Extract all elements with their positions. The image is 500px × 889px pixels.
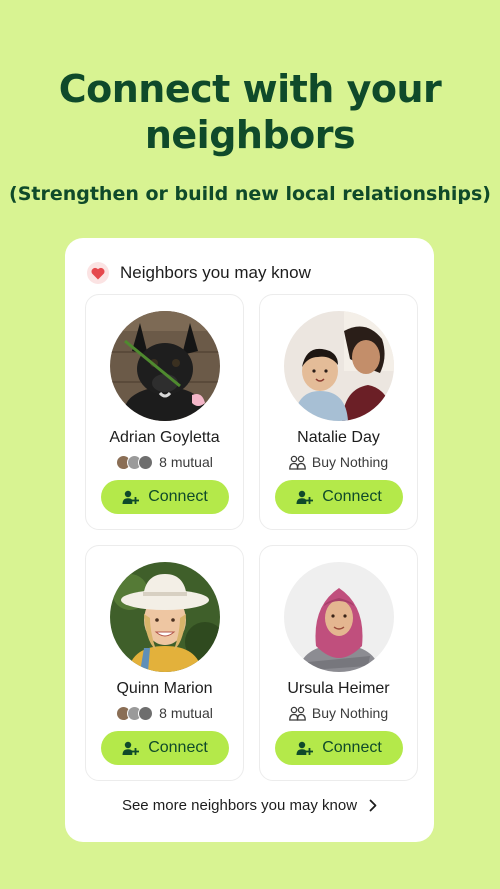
chevron-right-icon: [369, 799, 377, 812]
headline: Connect with your neighbors: [0, 66, 500, 158]
add-person-icon: [296, 740, 314, 756]
avatar[interactable]: [284, 311, 394, 421]
panel-title: Neighbors you may know: [120, 263, 311, 282]
neighbor-name[interactable]: Natalie Day: [260, 429, 417, 447]
neighbors-panel: Neighbors you may know Adrian Goyletta 8…: [65, 238, 434, 842]
mutual-count: 8 mutual: [159, 705, 213, 721]
mutual-avatars: [116, 705, 154, 721]
mutual-info: 8 mutual: [86, 453, 243, 471]
heart-icon: [87, 262, 109, 284]
add-person-icon: [122, 489, 140, 505]
add-person-icon: [296, 489, 314, 505]
headline-line-2: neighbors: [144, 113, 356, 157]
connect-button[interactable]: Connect: [101, 480, 229, 514]
neighbor-card[interactable]: Quinn Marion 8 mutual Connect: [85, 545, 244, 781]
connect-label: Connect: [148, 739, 208, 756]
connect-label: Connect: [322, 739, 382, 756]
group-icon: [289, 455, 306, 470]
connect-label: Connect: [322, 488, 382, 505]
connect-button[interactable]: Connect: [275, 731, 403, 765]
connect-label: Connect: [148, 488, 208, 505]
neighbor-name[interactable]: Quinn Marion: [86, 680, 243, 698]
avatar[interactable]: [110, 562, 220, 672]
avatar[interactable]: [110, 311, 220, 421]
add-person-icon: [122, 740, 140, 756]
connect-button[interactable]: Connect: [275, 480, 403, 514]
group-icon: [289, 706, 306, 721]
see-more-link[interactable]: See more neighbors you may know: [65, 794, 434, 816]
neighbor-name[interactable]: Adrian Goyletta: [86, 429, 243, 447]
group-name: Buy Nothing: [311, 705, 389, 721]
neighbor-card[interactable]: Adrian Goyletta 8 mutual Connect: [85, 294, 244, 530]
panel-header: Neighbors you may know: [87, 262, 311, 284]
group-info: Buy Nothing: [260, 704, 417, 722]
connect-button[interactable]: Connect: [101, 731, 229, 765]
mutual-avatars: [116, 454, 154, 470]
avatar[interactable]: [284, 562, 394, 672]
mutual-count: 8 mutual: [159, 454, 213, 470]
neighbor-card[interactable]: Ursula Heimer Buy Nothing Connect: [259, 545, 418, 781]
subheadline: (Strengthen or build new local relations…: [9, 183, 491, 205]
neighbor-name[interactable]: Ursula Heimer: [260, 680, 417, 698]
group-name: Buy Nothing: [311, 454, 389, 470]
group-info: Buy Nothing: [260, 453, 417, 471]
headline-line-1: Connect with your: [58, 67, 442, 111]
mutual-info: 8 mutual: [86, 704, 243, 722]
see-more-label: See more neighbors you may know: [121, 796, 358, 814]
neighbor-card[interactable]: Natalie Day Buy Nothing Connect: [259, 294, 418, 530]
